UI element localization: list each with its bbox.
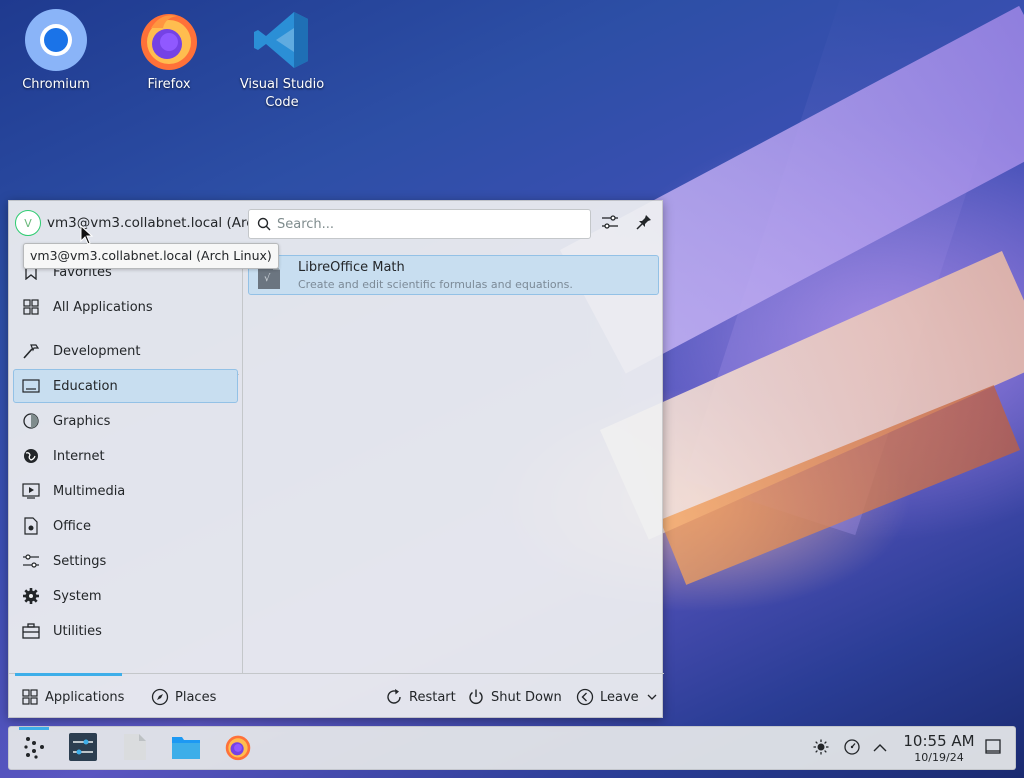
launcher-header: V vm3@vm3.collabnet.local (Arc...	[9, 201, 664, 247]
leave-button[interactable]: Leave	[576, 682, 657, 712]
system-settings-icon	[69, 733, 97, 765]
shutdown-label: Shut Down	[491, 689, 562, 705]
graphics-icon	[21, 411, 41, 431]
multimedia-icon	[21, 481, 41, 501]
shutdown-button[interactable]: Shut Down	[467, 682, 562, 712]
network-button[interactable]	[843, 739, 861, 759]
sidebar-item-graphics[interactable]: Graphics	[13, 404, 238, 438]
taskbar: 10:55 AM 10/19/24	[8, 726, 1016, 770]
hammer-icon	[21, 341, 41, 361]
sidebar-item-label: Graphics	[53, 413, 111, 429]
results-pane: √ LibreOffice Math Create and edit scien…	[244, 247, 664, 673]
document-icon	[123, 733, 147, 765]
sidebar-item-development[interactable]: Development	[13, 334, 238, 368]
category-sidebar: Favorites All Applications Development E…	[9, 247, 243, 673]
search-input[interactable]	[277, 214, 577, 234]
grid-icon	[21, 688, 39, 706]
desktop-icon-label: Firefox	[147, 77, 191, 92]
user-tooltip: vm3@vm3.collabnet.local (Arch Linux)	[23, 243, 279, 269]
sidebar-item-internet[interactable]: Internet	[13, 439, 238, 473]
taskbar-file-manager[interactable]	[171, 734, 201, 764]
sidebar-item-education[interactable]: Education	[13, 369, 238, 403]
mouse-cursor-icon	[80, 224, 94, 249]
application-launcher-button[interactable]	[19, 734, 49, 764]
desktop-icon-vscode[interactable]: Visual Studio Code	[232, 8, 332, 112]
globe-icon	[21, 446, 41, 466]
sidebar-item-label: Utilities	[53, 623, 102, 639]
clock-date[interactable]: 10/19/24	[899, 751, 979, 764]
sidebar-item-label: Internet	[53, 448, 105, 464]
restart-button[interactable]: Restart	[385, 682, 456, 712]
education-icon	[21, 376, 41, 396]
kde-launcher-icon	[22, 735, 46, 763]
sidebar-item-multimedia[interactable]: Multimedia	[13, 474, 238, 508]
launcher-footer: Applications Places Restart Shut Down Le…	[9, 673, 664, 719]
show-desktop-button[interactable]	[984, 739, 1002, 759]
firefox-icon	[137, 8, 201, 72]
application-launcher: V vm3@vm3.collabnet.local (Arc... Favori…	[8, 200, 664, 719]
search-box[interactable]	[248, 209, 591, 239]
sidebar-item-label: Development	[53, 343, 141, 359]
clock-time[interactable]: 10:55 AM	[899, 732, 979, 750]
brightness-icon	[813, 739, 829, 759]
search-icon	[257, 217, 271, 235]
show-desktop-icon	[985, 739, 1001, 759]
chevron-down-icon	[647, 690, 657, 705]
restart-label: Restart	[409, 689, 456, 705]
active-tab-indicator	[15, 673, 122, 676]
sidebar-item-office[interactable]: Office	[13, 509, 238, 543]
toolbox-icon	[21, 621, 41, 641]
restart-icon	[385, 688, 403, 706]
sidebar-item-all-applications[interactable]: All Applications	[13, 290, 238, 324]
leave-icon	[576, 688, 594, 706]
tab-applications-label: Applications	[45, 689, 125, 705]
vscode-icon	[250, 8, 314, 72]
result-name: LibreOffice Math	[298, 260, 405, 275]
chromium-icon	[24, 8, 88, 72]
sidebar-item-label: System	[53, 588, 102, 604]
folder-icon	[171, 734, 201, 764]
taskbar-document[interactable]	[120, 734, 150, 764]
settings-sliders-icon	[21, 551, 41, 571]
sidebar-item-label: Multimedia	[53, 483, 126, 499]
chevron-up-icon	[873, 742, 887, 757]
show-hidden-icons-button[interactable]	[871, 740, 889, 758]
pin-button[interactable]	[631, 211, 657, 237]
desktop-icon-chromium[interactable]: Chromium	[6, 8, 106, 94]
sliders-icon	[601, 213, 619, 235]
desktop-icon-label: Visual Studio Code	[239, 77, 325, 110]
leave-label: Leave	[600, 689, 639, 705]
result-item-libreoffice-math[interactable]: √ LibreOffice Math Create and edit scien…	[248, 255, 659, 295]
svg-text:√: √	[264, 273, 271, 284]
sidebar-item-label: Settings	[53, 553, 107, 569]
sidebar-item-label: Education	[53, 378, 118, 394]
taskbar-system-settings[interactable]	[68, 733, 98, 765]
avatar[interactable]: V	[15, 210, 41, 236]
sidebar-item-system[interactable]: System	[13, 579, 238, 613]
power-icon	[467, 688, 485, 706]
grid-icon	[21, 297, 41, 317]
brightness-button[interactable]	[812, 739, 830, 759]
desktop-icon-firefox[interactable]: Firefox	[119, 8, 219, 94]
office-icon	[21, 516, 41, 536]
taskbar-firefox[interactable]	[223, 734, 253, 764]
firefox-icon	[224, 733, 252, 765]
network-gauge-icon	[844, 739, 860, 759]
gear-icon	[21, 586, 41, 606]
desktop-icon-label: Chromium	[22, 77, 90, 92]
sidebar-item-utilities[interactable]: Utilities	[13, 614, 238, 648]
configure-button[interactable]	[597, 211, 623, 237]
tab-applications[interactable]: Applications	[21, 682, 124, 712]
active-indicator	[19, 727, 49, 730]
pin-icon	[635, 213, 653, 235]
compass-icon	[151, 688, 169, 706]
sidebar-item-settings[interactable]: Settings	[13, 544, 238, 578]
tab-places[interactable]: Places	[151, 682, 216, 712]
sidebar-item-label: All Applications	[53, 299, 153, 315]
result-description: Create and edit scientific formulas and …	[298, 278, 573, 291]
sidebar-item-label: Office	[53, 518, 91, 534]
tab-places-label: Places	[175, 689, 217, 705]
